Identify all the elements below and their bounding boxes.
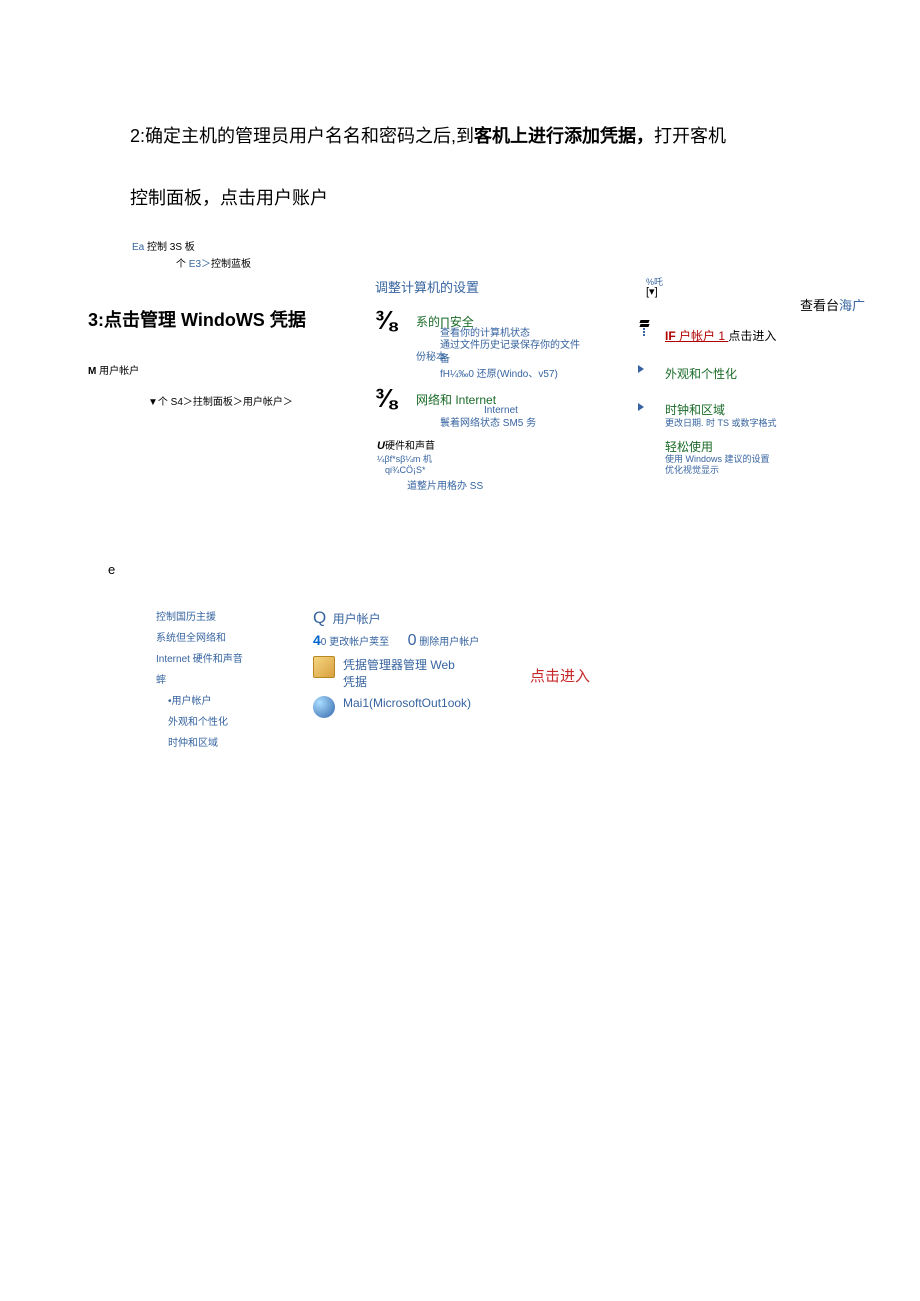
appearance-title[interactable]: 外观和个性化 (665, 365, 737, 382)
user-accounts-panel: Q 用户帐户 40 更改帐户荚至 0 删除用户帐户 凭据管理器管理 Web 凭据… (313, 608, 479, 718)
sidebar-item-misc[interactable]: 蟀 (156, 671, 286, 686)
breadcrumb-2-prefix: 个 (176, 259, 189, 270)
user-accounts-if: IF (665, 329, 676, 343)
user-accounts-heading: 用户帐户 (329, 612, 380, 626)
clock-sublink[interactable]: 更改日期. 时 TS 或数字格式 (665, 416, 777, 429)
ease-sublink-2[interactable]: 优化视觉显示 (665, 463, 719, 476)
appearance-arrow-icon (638, 365, 644, 373)
credential-manager-icon (313, 656, 335, 678)
mail-link[interactable]: Mai1(MicrosoftOut1ook) (343, 696, 471, 710)
sidebar-item-user-accounts[interactable]: •用户帐户 (168, 692, 286, 707)
sidebar-item-clock[interactable]: 时仲和区域 (168, 734, 286, 749)
credential-manager-link[interactable]: 凭据管理器管理 Web 凭据 (343, 656, 463, 690)
remove-user-link[interactable]: 删除用户帐户 (417, 637, 480, 648)
sidebar-nav: 控制国历主援 系统但全网络和 Internet 硬件和声音 蟀 •用户帐户 外观… (156, 608, 286, 755)
change-account-type-link[interactable]: 更改帐户荚至 (326, 637, 389, 648)
sidebar-item-internet-hw[interactable]: Internet 硬件和声音 (156, 650, 286, 665)
hardware-block: U硬件和声苜 ¼βf*sβ¼m 机 qi¾CÖ¡S* 道整片用格办 SS (377, 437, 483, 492)
view-label-pre: 查看台 (800, 298, 839, 313)
sidebar-item-system[interactable]: 系统但全网络和 (156, 629, 286, 644)
system-link-restore[interactable]: fH¼‰0 还原(Windo、v57) (440, 368, 558, 382)
hardware-title[interactable]: 硬件和声苜 (385, 441, 435, 452)
fraction-icon-1: ⅜ (375, 305, 397, 336)
click-enter-annotation: 点击进入 (530, 665, 590, 686)
hardware-link-2[interactable]: qi¾CÖ¡S* (385, 465, 483, 475)
view-mode-dropdown-icon[interactable]: [▾] (646, 285, 658, 298)
network-link-internet[interactable]: Internet (484, 404, 518, 418)
user-accounts-link[interactable]: IF 户帐户 1 点击进入 (665, 327, 776, 344)
count-0: 0 (408, 632, 417, 649)
count-4: 4 (313, 632, 321, 648)
breadcrumb-1-ea: Ea (132, 242, 144, 253)
step-2-heading: 2:确定主机的管理员用户名名和密码之后,到客机上进行添加凭据，打开客机 (130, 120, 780, 152)
step-2-prefix: 2:确定主机的管理员用户名名和密码之后,到 (130, 126, 474, 146)
step-2-suffix: 打开客机 (654, 126, 726, 146)
step-2-bold: 客机上进行添加凭据， (474, 126, 654, 146)
hardware-prefix: U (377, 440, 385, 452)
view-label-link[interactable]: 海广 (839, 298, 865, 313)
user-accounts-mid: 户帐户 1 (676, 329, 729, 343)
user-accounts-suffix: 点击进入 (728, 327, 776, 344)
q-icon: Q (313, 608, 326, 628)
hardware-link-1[interactable]: ¼βf*sβ¼m 机 (377, 452, 483, 465)
breadcrumb-2-rest: 控制蓝板 (211, 259, 251, 270)
m-rest: 用户帐户 (99, 366, 139, 377)
fraction-icon-2: ⅜ (375, 383, 397, 414)
sidebar-item-home[interactable]: 控制国历主援 (156, 608, 286, 623)
system-link-backup[interactable]: 份秘本 (416, 351, 446, 365)
mail-icon (313, 696, 335, 718)
breadcrumb-2-link[interactable]: E3＞ (189, 259, 211, 270)
hardware-link-3[interactable]: 道整片用格办 SS (407, 477, 483, 492)
breadcrumb-2: 个 E3＞控制蓝板 (176, 255, 920, 270)
back-indicator[interactable]: e (108, 562, 115, 577)
m-prefix: M (88, 366, 99, 377)
user-accounts-icon (640, 320, 650, 342)
sidebar-item-appearance[interactable]: 外观和个性化 (168, 713, 286, 728)
breadcrumb-3[interactable]: ▼个 S4＞拄制面板＞用户帐户＞ (148, 393, 920, 408)
system-link-history[interactable]: 通过文件历史记录保存你的文件备 (440, 339, 580, 367)
network-link-status[interactable]: 鬟着网络状态 SM5 务 (440, 417, 536, 431)
view-label: 查看台海广 (800, 295, 865, 314)
adjust-settings-title: 调整计算机的设置 (375, 277, 479, 296)
clock-arrow-icon (638, 403, 644, 411)
breadcrumb-1: Ea 控制 3S 板 (132, 238, 920, 253)
step-2-line2: 控制面板，点击用户账户 (130, 184, 920, 210)
breadcrumb-1-rest: 控制 3S 板 (144, 242, 195, 253)
